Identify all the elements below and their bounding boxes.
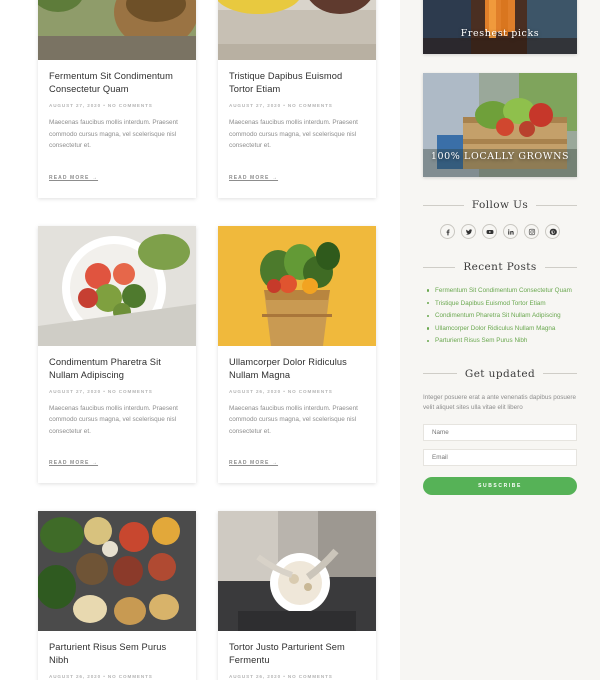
- post-meta: AUGUST 27, 2020 • NO COMMENTS: [229, 103, 333, 108]
- post-title[interactable]: Ullamcorper Dolor Ridiculus Nullam Magna: [229, 356, 365, 382]
- social-link-linkedin[interactable]: [503, 224, 518, 239]
- list-item[interactable]: Ullamcorper Dolor Ridiculus Nullam Magna: [425, 324, 577, 334]
- post-card[interactable]: Condimentum Pharetra Sit Nullam Adipisci…: [38, 225, 196, 484]
- widget-heading: Get updated: [423, 368, 577, 380]
- post-thumbnail[interactable]: [218, 0, 376, 60]
- post-thumbnail[interactable]: [38, 511, 196, 631]
- post-card[interactable]: Parturient Risus Sem Purus Nibh AUGUST 2…: [38, 511, 196, 680]
- social-link-twitter[interactable]: [461, 224, 476, 239]
- social-link-youtube[interactable]: [482, 224, 497, 239]
- post-excerpt: Maecenas faucibus mollis interdum. Praes…: [229, 404, 358, 435]
- post-body: Ullamcorper Dolor Ridiculus Nullam Magna…: [218, 346, 376, 484]
- person-eating-cereal-bowl-photo: [218, 511, 376, 631]
- widget-title: Recent Posts: [463, 261, 537, 273]
- twitter-icon: [465, 228, 472, 235]
- recent-post-link[interactable]: Fermentum Sit Condimentum Consectetur Qu…: [435, 287, 572, 294]
- divider-line-left: [423, 266, 456, 268]
- post-body: Tristique Dapibus Euismod Tortor Etiam A…: [218, 60, 376, 198]
- post-title[interactable]: Condimentum Pharetra Sit Nullam Adipisci…: [49, 356, 185, 382]
- post-title[interactable]: Parturient Risus Sem Purus Nibh: [49, 641, 185, 667]
- newsletter-description: Integer posuere erat a ante venenatis da…: [423, 393, 576, 412]
- social-link-pinterest[interactable]: [545, 224, 560, 239]
- promo-banner-locally-grown[interactable]: 100% LOCALLY GROWNS: [423, 73, 577, 177]
- read-more-link[interactable]: READ MORE →: [229, 460, 278, 466]
- post-card[interactable]: Tortor Justo Parturient Sem Fermentu AUG…: [218, 511, 376, 680]
- post-excerpt: Maecenas faucibus mollis interdum. Praes…: [49, 404, 178, 435]
- post-meta: AUGUST 27, 2020 • NO COMMENTS: [49, 388, 153, 394]
- post-meta: AUGUST 26, 2020 • NO COMMENTS: [229, 388, 333, 394]
- widget-heading: Follow Us: [423, 199, 578, 211]
- divider-line-right: [544, 266, 578, 268]
- widget-title: Get updated: [464, 367, 536, 380]
- list-item[interactable]: Tristique Dapibus Euismod Tortor Etiam: [425, 299, 577, 309]
- list-item[interactable]: Fermentum Sit Condimentum Consectetur Qu…: [425, 286, 577, 296]
- post-card[interactable]: Ullamcorper Dolor Ridiculus Nullam Magna…: [218, 225, 376, 484]
- post-body: Condimentum Pharetra Sit Nullam Adipisci…: [38, 346, 196, 484]
- post-thumbnail[interactable]: [218, 225, 376, 346]
- blog-page: Fermentum Sit Condimentum Consectetur Qu…: [0, 0, 600, 680]
- recent-posts-list: Fermentum Sit Condimentum Consectetur Qu…: [423, 286, 577, 346]
- post-body: Fermentum Sit Condimentum Consectetur Qu…: [38, 60, 196, 198]
- main-content: Fermentum Sit Condimentum Consectetur Qu…: [0, 0, 400, 680]
- post-title[interactable]: Fermentum Sit Condimentum Consectetur Qu…: [49, 70, 185, 96]
- divider-line-left: [423, 373, 457, 375]
- watermelon-salad-bowl-photo: [38, 225, 196, 346]
- post-grid: Fermentum Sit Condimentum Consectetur Qu…: [0, 0, 400, 680]
- post-body: Parturient Risus Sem Purus Nibh AUGUST 2…: [38, 631, 196, 680]
- name-field[interactable]: [423, 424, 577, 442]
- post-thumbnail[interactable]: [38, 225, 196, 346]
- pinterest-icon: [549, 228, 557, 235]
- post-title[interactable]: Tristique Dapibus Euismod Tortor Etiam: [229, 70, 365, 96]
- post-excerpt: Maecenas faucibus mollis interdum. Praes…: [49, 119, 178, 149]
- list-item[interactable]: Parturient Risus Sem Purus Nibh: [425, 336, 577, 346]
- post-excerpt: Maecenas faucibus mollis interdum. Praes…: [229, 119, 358, 149]
- list-item[interactable]: Condimentum Pharetra Sit Nullam Adipisci…: [425, 311, 577, 321]
- widget-heading: Recent Posts: [423, 261, 578, 273]
- post-meta: AUGUST 26, 2020 • NO COMMENTS: [49, 674, 153, 679]
- post-title[interactable]: Tortor Justo Parturient Sem Fermentu: [229, 641, 365, 667]
- subscribe-button[interactable]: Subscribe: [423, 477, 577, 496]
- herbs-and-wooden-bowl-photo: [38, 0, 196, 60]
- promo-banner-freshest-picks[interactable]: Freshest picks: [423, 0, 577, 54]
- youtube-icon: [486, 229, 493, 234]
- social-link-instagram[interactable]: [524, 224, 539, 239]
- post-meta: AUGUST 26, 2020 • NO COMMENTS: [229, 674, 333, 679]
- recent-post-link[interactable]: Tristique Dapibus Euismod Tortor Etiam: [435, 300, 546, 307]
- recent-post-link[interactable]: Parturient Risus Sem Purus Nibh: [435, 337, 527, 344]
- read-more-link[interactable]: READ MORE →: [49, 460, 98, 466]
- instagram-icon: [528, 228, 535, 235]
- linkedin-icon: [507, 228, 514, 235]
- post-body: Tortor Justo Parturient Sem Fermentu AUG…: [218, 631, 376, 680]
- promo-label: Freshest picks: [460, 28, 540, 39]
- widget-title: Follow Us: [471, 199, 529, 211]
- post-thumbnail[interactable]: [218, 511, 376, 631]
- divider-line-left: [423, 204, 464, 206]
- sidebar: Freshest picks 100% LOCALLY GROWNS Follo…: [400, 0, 600, 680]
- assorted-healthy-food-flatlay-photo: [38, 511, 196, 631]
- read-more-link[interactable]: READ MORE →: [49, 175, 98, 181]
- social-links: [423, 224, 577, 239]
- recent-post-link[interactable]: Condimentum Pharetra Sit Nullam Adipisci…: [435, 312, 561, 319]
- post-card[interactable]: Fermentum Sit Condimentum Consectetur Qu…: [38, 0, 196, 198]
- post-meta: AUGUST 27, 2020 • NO COMMENTS: [49, 103, 153, 108]
- widget-newsletter: Get updated Integer posuere erat a ante …: [423, 368, 577, 496]
- recent-post-link[interactable]: Ullamcorper Dolor Ridiculus Nullam Magna: [435, 325, 555, 332]
- divider-line-right: [543, 373, 577, 375]
- divider-line-right: [536, 204, 578, 206]
- bananas-and-fruit-bowl-photo: [218, 0, 376, 60]
- widget-follow-us: Follow Us: [423, 199, 578, 239]
- read-more-link[interactable]: READ MORE →: [229, 175, 278, 181]
- email-field[interactable]: [423, 449, 577, 467]
- vegetable-basket-yellow-background-photo: [218, 225, 376, 346]
- social-link-facebook[interactable]: [440, 224, 455, 239]
- widget-recent-posts: Recent Posts Fermentum Sit Condimentum C…: [423, 261, 578, 346]
- facebook-icon: [446, 228, 450, 235]
- promo-label: 100% LOCALLY GROWNS: [430, 151, 570, 162]
- post-card[interactable]: Tristique Dapibus Euismod Tortor Etiam A…: [218, 0, 376, 198]
- post-thumbnail[interactable]: [38, 0, 196, 60]
